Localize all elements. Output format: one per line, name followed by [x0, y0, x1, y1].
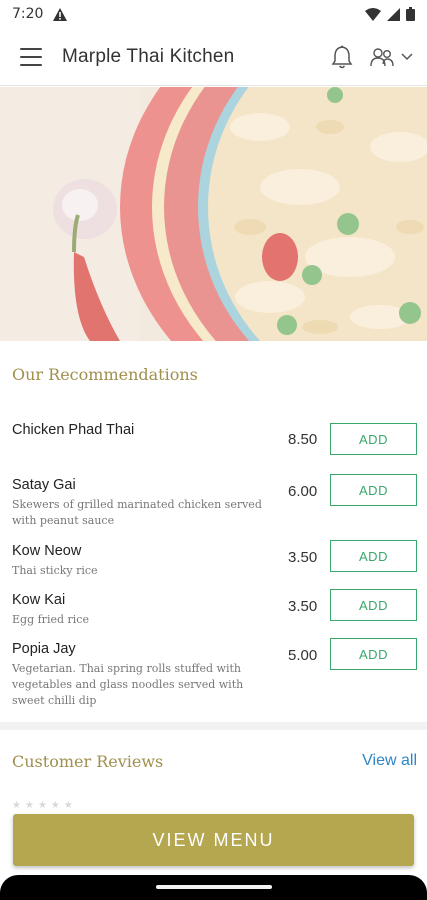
home-handle[interactable] — [156, 885, 272, 889]
star-icon: ★ — [50, 800, 60, 811]
item-price: 8.50 — [288, 431, 318, 448]
section-divider — [0, 722, 427, 730]
page-title: Marple Thai Kitchen — [62, 45, 235, 67]
menu-icon[interactable] — [20, 47, 42, 66]
item-name: Kow Kai — [12, 592, 66, 608]
item-name: Popia Jay — [12, 641, 76, 657]
item-name: Satay Gai — [12, 477, 76, 493]
recommendations-title: Our Recommendations — [12, 365, 198, 384]
status-bar: 7:20 — [0, 0, 427, 28]
view-menu-button[interactable]: VIEW MENU — [13, 814, 414, 866]
reviews-title: Customer Reviews — [12, 752, 164, 771]
system-nav-bar — [0, 875, 427, 900]
item-name: Chicken Phad Thai — [12, 422, 135, 438]
status-icons — [365, 7, 415, 21]
hero-food-image — [0, 87, 427, 341]
battery-icon — [406, 7, 415, 21]
account-menu[interactable] — [369, 47, 413, 67]
account-icon — [370, 47, 394, 66]
item-price: 6.00 — [288, 483, 318, 500]
star-icon: ★ — [37, 800, 47, 811]
item-price: 3.50 — [288, 598, 318, 615]
signal-icon — [387, 7, 400, 21]
wifi-icon — [365, 7, 381, 21]
add-button[interactable]: ADD — [330, 589, 417, 621]
item-price: 5.00 — [288, 647, 318, 664]
alert-icon — [53, 7, 68, 21]
item-description: Egg fried rice — [12, 613, 89, 626]
add-button[interactable]: ADD — [330, 474, 417, 506]
view-all-link[interactable]: View all — [362, 752, 417, 770]
status-time: 7:20 — [12, 6, 44, 22]
review-stars: ★ ★ ★ ★ ★ — [12, 800, 73, 811]
item-name: Kow Neow — [12, 543, 82, 559]
item-description: Thai sticky rice — [12, 564, 98, 577]
chevron-down-icon — [401, 52, 413, 60]
add-button[interactable]: ADD — [330, 540, 417, 572]
item-price: 3.50 — [288, 549, 318, 566]
item-description: Skewers of grilled marinated chicken ser… — [12, 498, 262, 527]
item-description: Vegetarian. Thai spring rolls stuffed wi… — [12, 662, 244, 707]
app-bar: Marple Thai Kitchen — [0, 28, 427, 86]
star-icon: ★ — [12, 800, 21, 811]
app-bar-actions — [331, 45, 413, 69]
add-button[interactable]: ADD — [330, 423, 417, 455]
bell-icon[interactable] — [331, 45, 353, 69]
add-button[interactable]: ADD — [330, 638, 417, 670]
star-icon: ★ — [24, 800, 34, 811]
star-icon: ★ — [63, 800, 73, 811]
